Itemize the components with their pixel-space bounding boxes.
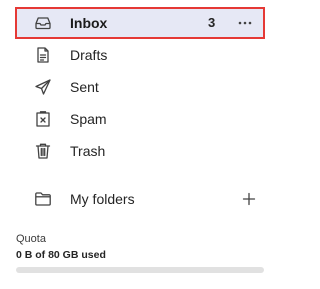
quota-progress-bar — [16, 267, 264, 273]
folder-item-spam[interactable]: Spam — [16, 104, 264, 134]
folder-label-my-folders: My folders — [70, 191, 135, 207]
send-icon — [33, 77, 53, 97]
add-folder-icon[interactable] — [239, 189, 259, 209]
folder-label-spam: Spam — [70, 111, 107, 127]
folder-item-sent[interactable]: Sent — [16, 72, 264, 102]
folder-label-sent: Sent — [70, 79, 99, 95]
folder-pane: Inbox 3 Drafts Sent Spam Trash My folder… — [0, 0, 278, 289]
trash-icon — [33, 141, 53, 161]
drafts-icon — [33, 45, 53, 65]
folder-label-trash: Trash — [70, 143, 106, 159]
spam-icon — [33, 109, 53, 129]
unread-count-badge: 3 — [208, 15, 216, 30]
folder-label-drafts: Drafts — [70, 47, 108, 63]
quota-usage-text: 0 B of 80 GB used — [16, 249, 106, 261]
folder-icon — [33, 189, 53, 209]
quota-label: Quota — [16, 233, 46, 245]
folder-item-trash[interactable]: Trash — [16, 136, 264, 166]
folder-label-inbox: Inbox — [70, 15, 108, 31]
more-options-icon[interactable] — [234, 12, 256, 34]
folder-group-my-folders[interactable]: My folders — [16, 184, 264, 214]
folder-item-drafts[interactable]: Drafts — [16, 40, 264, 70]
inbox-icon — [33, 13, 53, 33]
folder-item-inbox[interactable]: Inbox 3 — [15, 7, 265, 39]
